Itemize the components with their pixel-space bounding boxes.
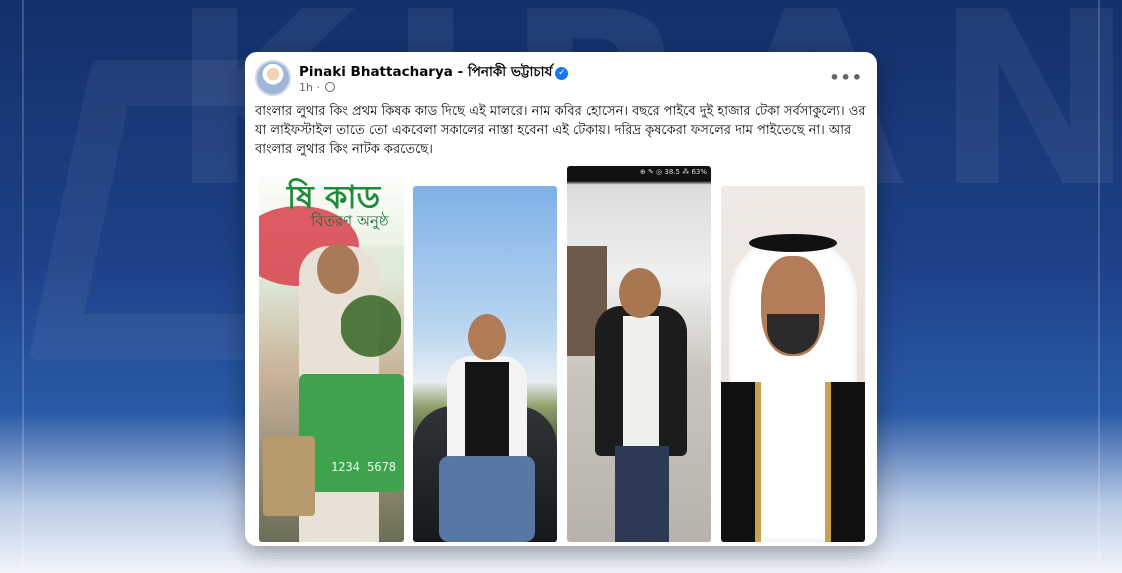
robe-trim-right	[825, 382, 831, 542]
frame-line-bottom	[20, 553, 1102, 554]
photo-2[interactable]	[413, 186, 557, 542]
more-options-icon[interactable]: •••	[829, 68, 863, 87]
photo-4[interactable]	[721, 186, 865, 542]
verified-badge-icon: ✓	[555, 67, 569, 80]
bag-shape	[263, 436, 315, 516]
agal-shape	[749, 234, 837, 252]
author-name[interactable]: Pinaki Bhattacharya - পিনাকী ভট্টাচার্য ✓	[299, 61, 569, 84]
post-meta: 1h ·	[299, 81, 336, 94]
person-head	[619, 268, 661, 318]
frame-line-left	[22, 0, 24, 573]
person-jeans	[615, 446, 669, 542]
robe-right	[825, 382, 865, 542]
post-header: Pinaki Bhattacharya - পিনাকী ভট্টাচার্য ✓…	[255, 60, 867, 98]
frame-line-right	[1098, 0, 1100, 573]
post-text: বাংলার লুথার কিং প্রথম কিষক কাড দিছে এই …	[255, 104, 866, 157]
facebook-post-card: Pinaki Bhattacharya - পিনাকী ভট্টাচার্য ✓…	[245, 52, 877, 546]
photo-banner-subtext: বিতরণ অনুষ্ঠ	[311, 212, 389, 230]
post-time[interactable]: 1h	[299, 81, 313, 94]
photo-3[interactable]: ⊕ ✎ ◎ 38.5 ⁂ 63%	[567, 166, 711, 542]
person-tshirt	[623, 316, 659, 446]
person-head	[468, 314, 506, 360]
photo-1[interactable]: ষি কাড বিতরণ অনুষ্ঠ 1234 5678	[259, 166, 404, 542]
globe-icon	[325, 82, 336, 92]
robe-trim-left	[755, 382, 761, 542]
person-tshirt	[465, 362, 509, 462]
phone-status-bar: ⊕ ✎ ◎ 38.5 ⁂ 63%	[639, 168, 707, 176]
avatar[interactable]	[255, 60, 291, 96]
card-number: 1234 5678	[331, 460, 397, 474]
author-name-text[interactable]: Pinaki Bhattacharya - পিনাকী ভট্টাচার্য	[299, 64, 552, 80]
person-jeans	[439, 456, 535, 542]
photo-grid: ষি কাড বিতরণ অনুষ্ঠ 1234 5678 ⊕ ✎ ◎ 38.5…	[259, 166, 865, 542]
